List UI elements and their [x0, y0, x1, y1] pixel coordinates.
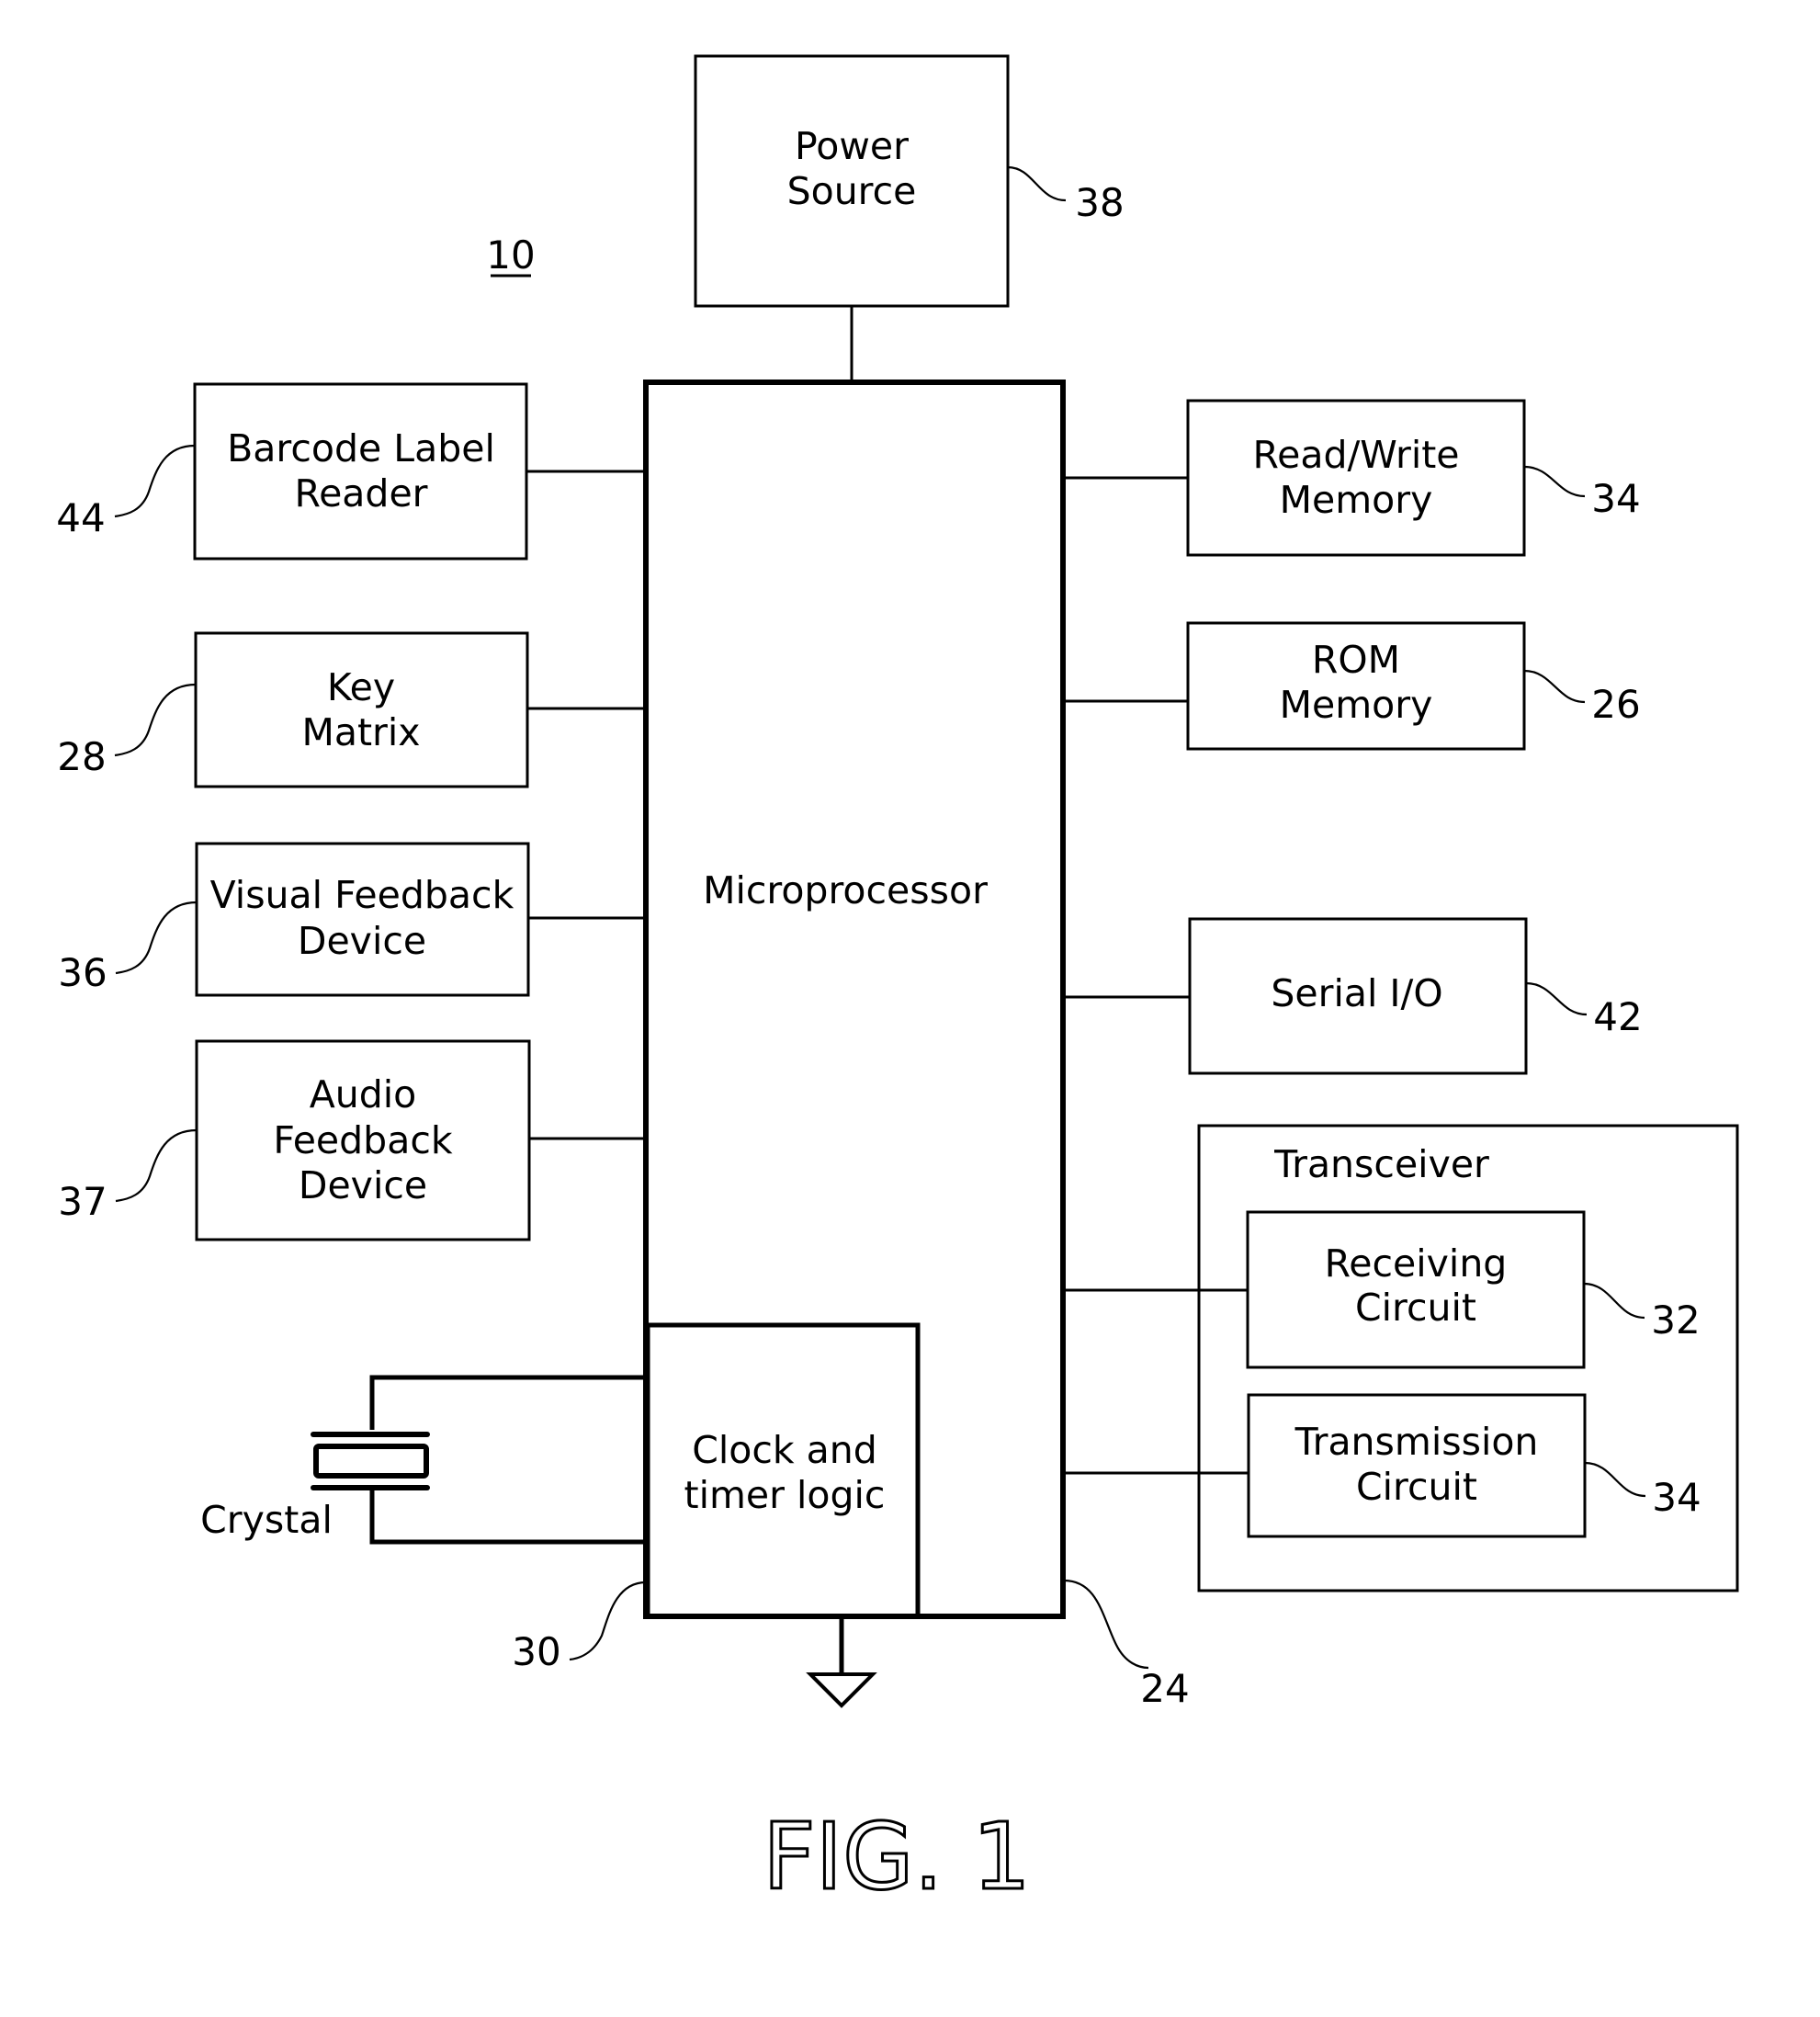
transmission-circuit-label-line1: Transmission	[1294, 1420, 1539, 1464]
rw-memory-label-line1: Read/Write	[1252, 433, 1459, 477]
rom-memory-ref: 26	[1591, 682, 1640, 727]
receiving-circuit-ref: 32	[1651, 1297, 1700, 1343]
microprocessor-ref: 24	[1140, 1666, 1189, 1711]
clock-timer-leader	[569, 1581, 647, 1661]
figure-caption: FIG. 1	[763, 1803, 1031, 1910]
ground-symbol	[806, 1672, 877, 1708]
barcode-reader-label-line1: Barcode Label	[227, 426, 495, 470]
visual-feedback-leader	[115, 901, 198, 975]
microprocessor-label: Microprocessor	[703, 868, 988, 912]
transmission-circuit-label-line2: Circuit	[1356, 1465, 1477, 1509]
rom-memory-label-line2: Memory	[1280, 683, 1433, 727]
visual-feedback-ref: 36	[58, 950, 107, 995]
barcode-reader-block: Barcode Label Reader 44	[56, 382, 528, 561]
crystal-label: Crystal	[200, 1498, 333, 1542]
block-diagram: 10 Power Source 38 Microprocessor 24 Clo…	[56, 54, 1739, 1912]
serial-io-label: Serial I/O	[1271, 971, 1442, 1015]
transmission-circuit-ref: 34	[1652, 1475, 1701, 1520]
crystal-block: Crystal	[200, 1375, 648, 1545]
audio-feedback-leader	[115, 1128, 198, 1203]
rom-memory-label-line1: ROM	[1312, 638, 1400, 682]
audio-feedback-ref: 37	[58, 1179, 107, 1224]
serial-io-leader	[1525, 981, 1588, 1016]
barcode-reader-ref: 44	[56, 495, 105, 540]
audio-feedback-label-line1: Audio	[310, 1072, 417, 1116]
rom-memory-block: ROM Memory 26	[1186, 621, 1641, 751]
crystal-top-wire	[369, 1375, 648, 1430]
transceiver-block: Transceiver Receiving Circuit 32 Transmi…	[1197, 1124, 1739, 1592]
receiving-circuit-label-line1: Receiving	[1325, 1241, 1508, 1286]
barcode-reader-leader	[114, 444, 196, 518]
power-source-leader	[1007, 165, 1067, 202]
crystal-body	[313, 1444, 429, 1479]
clock-timer-label-line2: timer logic	[684, 1473, 886, 1517]
key-matrix-leader	[114, 683, 197, 757]
receiving-circuit-label-line2: Circuit	[1355, 1286, 1476, 1330]
visual-feedback-label-line2: Device	[298, 919, 426, 963]
crystal-bottom-wire	[369, 1490, 648, 1545]
power-source-label-line2: Source	[787, 169, 917, 213]
visual-feedback-block: Visual Feedback Device 36	[58, 842, 530, 997]
power-source-label-line1: Power	[795, 124, 909, 168]
serial-io-block: Serial I/O 42	[1188, 917, 1643, 1075]
microprocessor-leader	[1063, 1579, 1149, 1670]
rw-memory-block: Read/Write Memory 34	[1186, 399, 1641, 557]
clock-timer-ref: 30	[512, 1629, 560, 1674]
audio-feedback-label-line2: Feedback	[273, 1118, 453, 1162]
transceiver-title: Transceiver	[1273, 1142, 1489, 1186]
clock-timer-label-line1: Clock and	[692, 1428, 877, 1472]
key-matrix-ref: 28	[57, 734, 106, 779]
key-matrix-block: Key Matrix 28	[57, 631, 529, 788]
rom-memory-leader	[1523, 669, 1586, 704]
system-ref-label: 10	[486, 232, 535, 278]
visual-feedback-label-line1: Visual Feedback	[210, 873, 514, 917]
audio-feedback-block: Audio Feedback Device 37	[58, 1039, 531, 1241]
ground-icon	[806, 1617, 877, 1708]
rw-memory-label-line2: Memory	[1280, 478, 1433, 522]
serial-io-ref: 42	[1593, 994, 1642, 1039]
audio-feedback-label-line3: Device	[299, 1163, 427, 1207]
power-source-block: Power Source 38	[694, 54, 1125, 308]
key-matrix-label-line1: Key	[327, 665, 395, 709]
key-matrix-label-line2: Matrix	[301, 710, 420, 754]
barcode-reader-label-line2: Reader	[294, 471, 427, 516]
rw-memory-leader	[1523, 465, 1586, 498]
rw-memory-ref: 34	[1591, 476, 1640, 521]
power-source-ref: 38	[1075, 180, 1124, 225]
